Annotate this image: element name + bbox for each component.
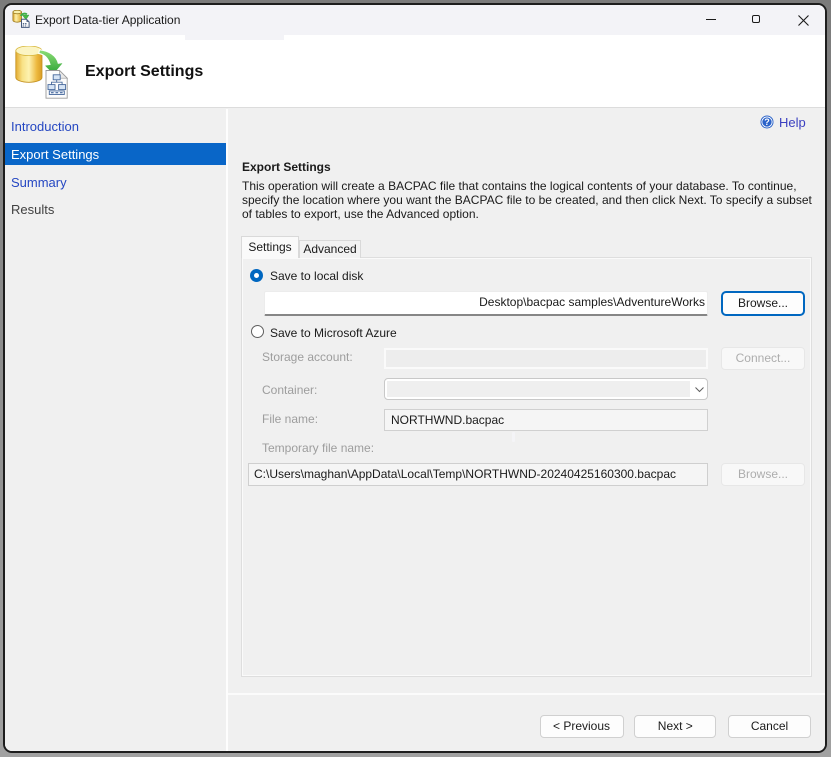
svg-text:?: ? [764, 117, 770, 127]
